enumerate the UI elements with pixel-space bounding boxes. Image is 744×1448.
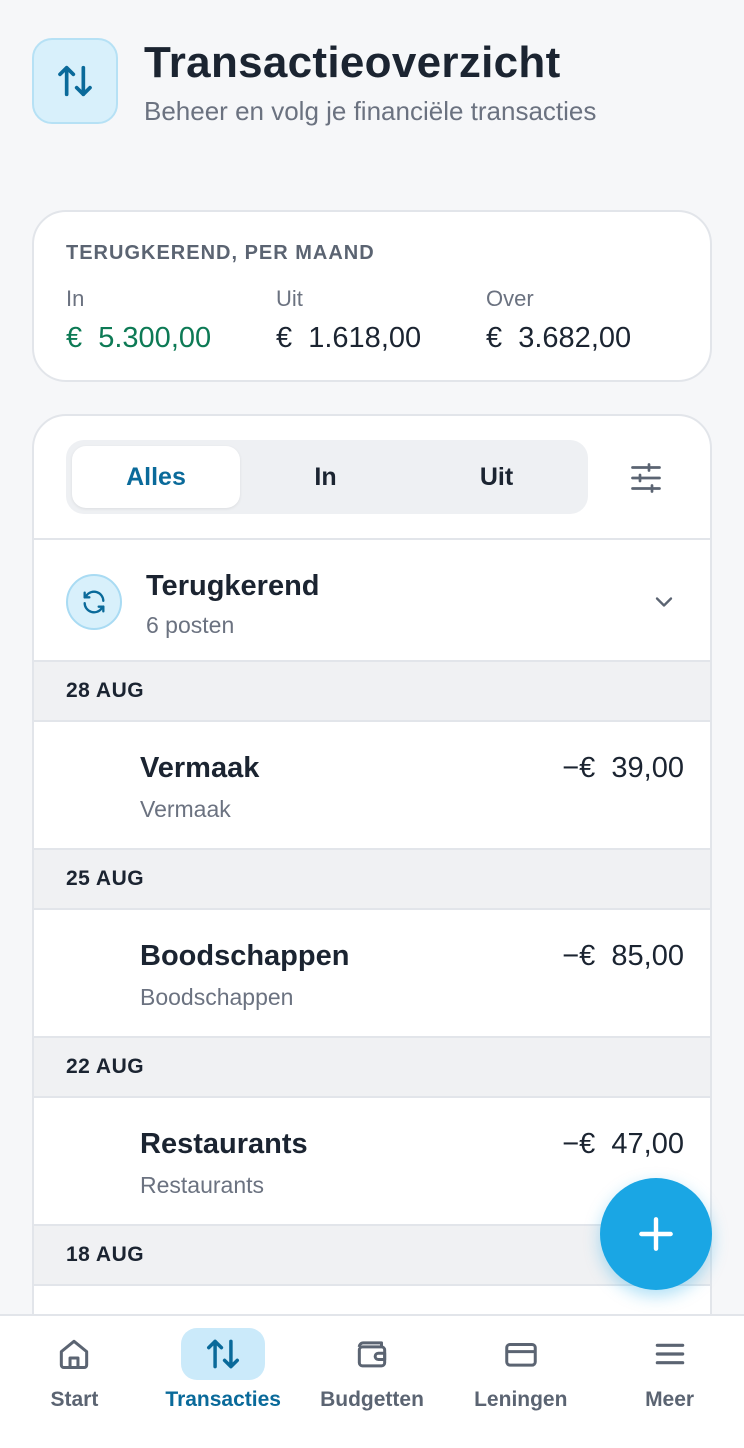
nav-label-loans: Leningen: [474, 1388, 568, 1411]
add-transaction-button[interactable]: [600, 1178, 712, 1290]
menu-icon: [628, 1328, 712, 1380]
transaction-amount: −€ 39,00: [562, 752, 684, 784]
page-header: Transactieoverzicht Beheer en volg je fi…: [32, 38, 724, 128]
refresh-icon: [66, 574, 122, 630]
summary-label: TERUGKEREND, PER MAAND: [66, 242, 375, 264]
transaction-row[interactable]: Vermaak Vermaak −€ 39,00: [34, 722, 710, 850]
transactions-icon: [181, 1328, 266, 1380]
nav-label-start: Start: [50, 1388, 99, 1411]
chevron-down-icon: [650, 588, 678, 621]
transaction-name: Vermaak: [140, 752, 260, 784]
transaction-category: Restaurants: [140, 1172, 265, 1198]
sliders-icon: [631, 463, 661, 493]
filter-segmented-control: Alles In Uit: [66, 440, 588, 514]
transaction-amount: −€ 47,00: [562, 1128, 684, 1160]
nav-label-budgets: Budgetten: [320, 1388, 424, 1411]
nav-label-more: Meer: [645, 1388, 695, 1411]
summary-in-value: € 5.300,00: [66, 322, 212, 354]
date-header: 22 AUG: [34, 1038, 710, 1098]
filter-out-button[interactable]: Uit: [411, 446, 582, 508]
page-title: Transactieoverzicht: [144, 38, 561, 87]
recurring-title: Terugkerend: [146, 570, 320, 602]
date-header: 28 AUG: [34, 662, 710, 722]
transaction-category: Vermaak: [140, 796, 231, 822]
wallet-icon: [330, 1328, 414, 1380]
nav-item-start[interactable]: Start: [0, 1316, 149, 1448]
summary-left-value: € 3.682,00: [486, 322, 632, 354]
transaction-row[interactable]: Boodschappen Boodschappen −€ 85,00: [34, 910, 710, 1038]
recurring-summary-card: TERUGKEREND, PER MAAND In € 5.300,00 Uit…: [32, 210, 712, 382]
summary-out-value: € 1.618,00: [276, 322, 422, 354]
nav-item-transactions[interactable]: Transacties: [149, 1316, 298, 1448]
filter-settings-button[interactable]: [622, 456, 670, 500]
plus-icon: [639, 1217, 673, 1251]
transaction-category: Boodschappen: [140, 984, 294, 1010]
nav-item-loans[interactable]: Leningen: [446, 1316, 595, 1448]
recurring-section-toggle[interactable]: Terugkerend 6 posten: [34, 538, 710, 662]
page-subtitle: Beheer en volg je financiële transacties: [144, 96, 597, 126]
transaction-name: Boodschappen: [140, 940, 350, 972]
credit-card-icon: [479, 1328, 563, 1380]
transaction-amount: −€ 85,00: [562, 940, 684, 972]
nav-label-transactions: Transacties: [165, 1388, 281, 1411]
transactions-card: Alles In Uit Terugkerend 6 posten 28 AUG…: [32, 414, 712, 1334]
bottom-navigation: Start Transacties Budgetten Leningen Mee…: [0, 1314, 744, 1448]
summary-in: In € 5.300,00: [66, 286, 211, 355]
transactions-icon: [32, 38, 118, 124]
nav-item-budgets[interactable]: Budgetten: [298, 1316, 447, 1448]
filter-all-button[interactable]: Alles: [72, 446, 240, 508]
summary-left: Over € 3.682,00: [486, 286, 631, 355]
summary-in-label: In: [66, 286, 85, 311]
recurring-count: 6 posten: [146, 612, 235, 638]
home-icon: [32, 1328, 116, 1380]
transaction-name: Restaurants: [140, 1128, 308, 1160]
filter-in-button[interactable]: In: [240, 446, 411, 508]
nav-item-more[interactable]: Meer: [595, 1316, 744, 1448]
summary-out: Uit € 1.618,00: [276, 286, 421, 355]
date-header: 25 AUG: [34, 850, 710, 910]
summary-out-label: Uit: [276, 286, 303, 311]
summary-left-label: Over: [486, 286, 534, 311]
